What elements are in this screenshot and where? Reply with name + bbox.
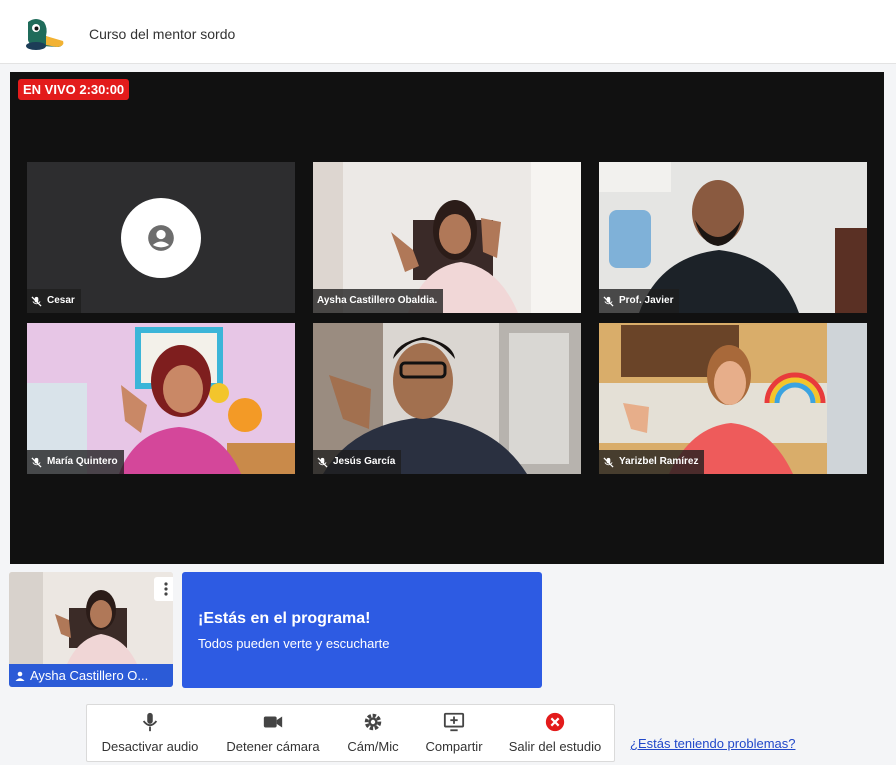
participant-tile[interactable]: María Quintero bbox=[27, 323, 295, 474]
participant-name: María Quintero bbox=[47, 456, 118, 467]
share-screen-label: Compartir bbox=[425, 739, 483, 754]
user-icon bbox=[148, 225, 174, 251]
controls-bar: Desactivar audio Detener cámara Cám/Mic … bbox=[86, 704, 615, 762]
self-name: Aysha Castillero O... bbox=[30, 668, 149, 683]
on-air-banner: ¡Estás en el programa! Todos pueden vert… bbox=[182, 572, 542, 688]
screen-share-icon bbox=[443, 712, 465, 732]
page-title: Curso del mentor sordo bbox=[89, 26, 236, 42]
participant-tile[interactable]: Aysha Castillero Obaldia. bbox=[313, 162, 581, 313]
troubleshooting-link[interactable]: ¿Estás teniendo problemas? bbox=[630, 736, 795, 751]
avatar bbox=[121, 198, 201, 278]
app-header: Curso del mentor sordo bbox=[0, 0, 896, 64]
mute-audio-label: Desactivar audio bbox=[101, 739, 199, 754]
self-video bbox=[9, 572, 173, 664]
live-timer-badge: EN VIVO 2:30:00 bbox=[18, 79, 130, 100]
exit-icon bbox=[545, 712, 565, 732]
banner-heading: ¡Estás en el programa! bbox=[198, 610, 371, 627]
participant-name: Aysha Castillero Obaldia. bbox=[317, 295, 438, 306]
mic-muted-icon bbox=[603, 295, 614, 307]
participant-name: Yarizbel Ramírez bbox=[619, 456, 699, 467]
share-screen-button[interactable]: Compartir bbox=[417, 711, 491, 754]
participant-name: Cesar bbox=[47, 295, 75, 306]
more-options-button[interactable] bbox=[154, 577, 173, 601]
duck-logo-icon bbox=[26, 19, 64, 50]
gear-icon bbox=[364, 713, 382, 731]
banner-subtitle: Todos pueden verte y escucharte bbox=[198, 636, 390, 651]
mic-muted-icon bbox=[31, 456, 42, 468]
participant-tile[interactable]: Jesús García bbox=[313, 323, 581, 474]
leave-studio-label: Salir del estudio bbox=[508, 739, 602, 754]
participant-name-tag: María Quintero bbox=[27, 450, 124, 474]
participant-tile[interactable]: Prof. Javier bbox=[599, 162, 867, 313]
participant-name-tag: Yarizbel Ramírez bbox=[599, 450, 705, 474]
microphone-icon bbox=[142, 712, 158, 732]
participant-tile[interactable]: Cesar bbox=[27, 162, 295, 313]
cam-mic-label: Cám/Mic bbox=[347, 739, 399, 754]
stop-camera-label: Detener cámara bbox=[226, 739, 320, 754]
mic-muted-icon bbox=[31, 295, 42, 307]
participant-name-tag: Prof. Javier bbox=[599, 289, 680, 313]
self-name-bar: Aysha Castillero O... bbox=[9, 664, 173, 687]
stop-camera-button[interactable]: Detener cámara bbox=[219, 711, 327, 754]
mic-muted-icon bbox=[603, 456, 614, 468]
participant-name-tag: Aysha Castillero Obaldia. bbox=[313, 289, 444, 313]
participant-name: Prof. Javier bbox=[619, 295, 674, 306]
participant-name: Jesús García bbox=[333, 456, 396, 467]
mute-audio-button[interactable]: Desactivar audio bbox=[96, 711, 204, 754]
mic-muted-icon bbox=[317, 456, 328, 468]
video-stage: EN VIVO 2:30:00 Cesar Aysha Castillero O… bbox=[10, 72, 884, 564]
leave-studio-button[interactable]: Salir del estudio bbox=[500, 711, 610, 754]
participant-name-tag: Jesús García bbox=[313, 450, 402, 474]
self-preview-tile[interactable]: Aysha Castillero O... bbox=[9, 572, 173, 687]
person-icon bbox=[15, 671, 25, 681]
camera-icon bbox=[263, 716, 283, 728]
kebab-menu-icon bbox=[164, 582, 168, 596]
participant-name-tag: Cesar bbox=[27, 289, 81, 313]
participant-tile[interactable]: Yarizbel Ramírez bbox=[599, 323, 867, 474]
cam-mic-settings-button[interactable]: Cám/Mic bbox=[337, 711, 409, 754]
